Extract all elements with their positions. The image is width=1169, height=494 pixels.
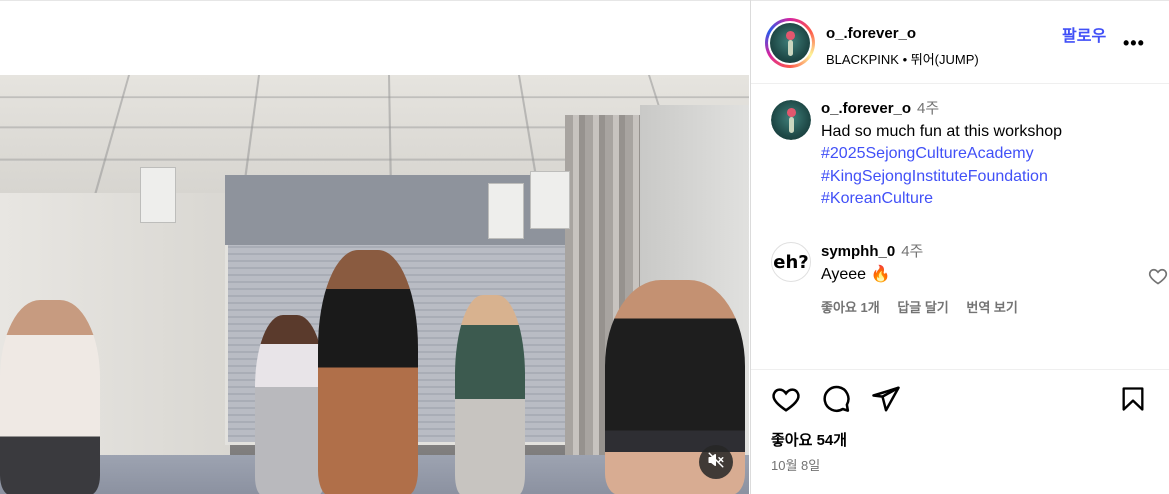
- post-video[interactable]: [0, 75, 749, 494]
- share-button[interactable]: [871, 384, 901, 419]
- comment-likes-count[interactable]: 좋아요 1개: [821, 300, 880, 315]
- video-speaker: [488, 183, 524, 239]
- post-likes-count[interactable]: 좋아요 54개: [771, 429, 847, 450]
- caption-avatar[interactable]: [771, 100, 811, 140]
- reply-button[interactable]: 답글 달기: [897, 300, 948, 315]
- author-avatar[interactable]: [765, 18, 815, 68]
- hashtag-link[interactable]: #KingSejongInstituteFoundation: [821, 166, 1151, 189]
- send-icon: [871, 386, 901, 418]
- commenter-username[interactable]: symphh_0: [821, 243, 895, 260]
- caption-text: Had so much fun at this workshop: [821, 122, 1063, 140]
- post-header: o_.forever_o BLACKPINK • 뛰어(JUMP) 팔로우 ••…: [751, 0, 1169, 84]
- hashtag-link[interactable]: #2025SejongCultureAcademy: [821, 143, 1151, 166]
- commenter-avatar[interactable]: eh?: [771, 242, 811, 282]
- comment-text: Ayeee 🔥: [821, 266, 891, 283]
- caption-username[interactable]: o_.forever_o: [821, 100, 911, 117]
- like-button[interactable]: [771, 384, 801, 419]
- author-username[interactable]: o_.forever_o: [826, 25, 916, 42]
- post-details-panel: o_.forever_o BLACKPINK • 뛰어(JUMP) 팔로우 ••…: [750, 0, 1169, 494]
- speaker-muted-icon: [707, 451, 725, 474]
- caption-time[interactable]: 4주: [917, 100, 939, 117]
- translate-button[interactable]: 번역 보기: [966, 300, 1017, 315]
- comment-icon: [821, 385, 851, 418]
- dancer-figure: [318, 250, 418, 494]
- bookmark-icon: [1119, 387, 1147, 418]
- audio-track-link[interactable]: BLACKPINK • 뛰어(JUMP): [826, 49, 979, 68]
- comment-button[interactable]: [821, 384, 851, 419]
- more-options-button[interactable]: •••: [1123, 33, 1145, 54]
- action-bar: 좋아요 54개 10월 8일: [751, 369, 1169, 494]
- comment-like-button[interactable]: [1148, 266, 1168, 291]
- video-speaker: [140, 167, 176, 223]
- video-speaker: [530, 171, 570, 229]
- hashtag-link[interactable]: #KoreanCulture: [821, 188, 1151, 211]
- follow-button[interactable]: 팔로우: [1062, 22, 1106, 46]
- more-icon: •••: [1123, 33, 1145, 53]
- dancer-figure: [255, 315, 325, 494]
- comment-actions: 좋아요 1개 답글 달기 번역 보기: [821, 297, 1032, 316]
- heart-icon: [771, 388, 801, 418]
- mute-button[interactable]: [699, 445, 733, 479]
- dancer-figure: [0, 300, 100, 494]
- post-date[interactable]: 10월 8일: [771, 455, 820, 474]
- dancer-figure: [455, 295, 525, 494]
- avatar-logo-text: eh?: [773, 251, 809, 273]
- comment-time[interactable]: 4주: [901, 243, 923, 260]
- heart-icon: [1148, 268, 1168, 290]
- media-column: [0, 0, 750, 494]
- save-button[interactable]: [1119, 384, 1147, 419]
